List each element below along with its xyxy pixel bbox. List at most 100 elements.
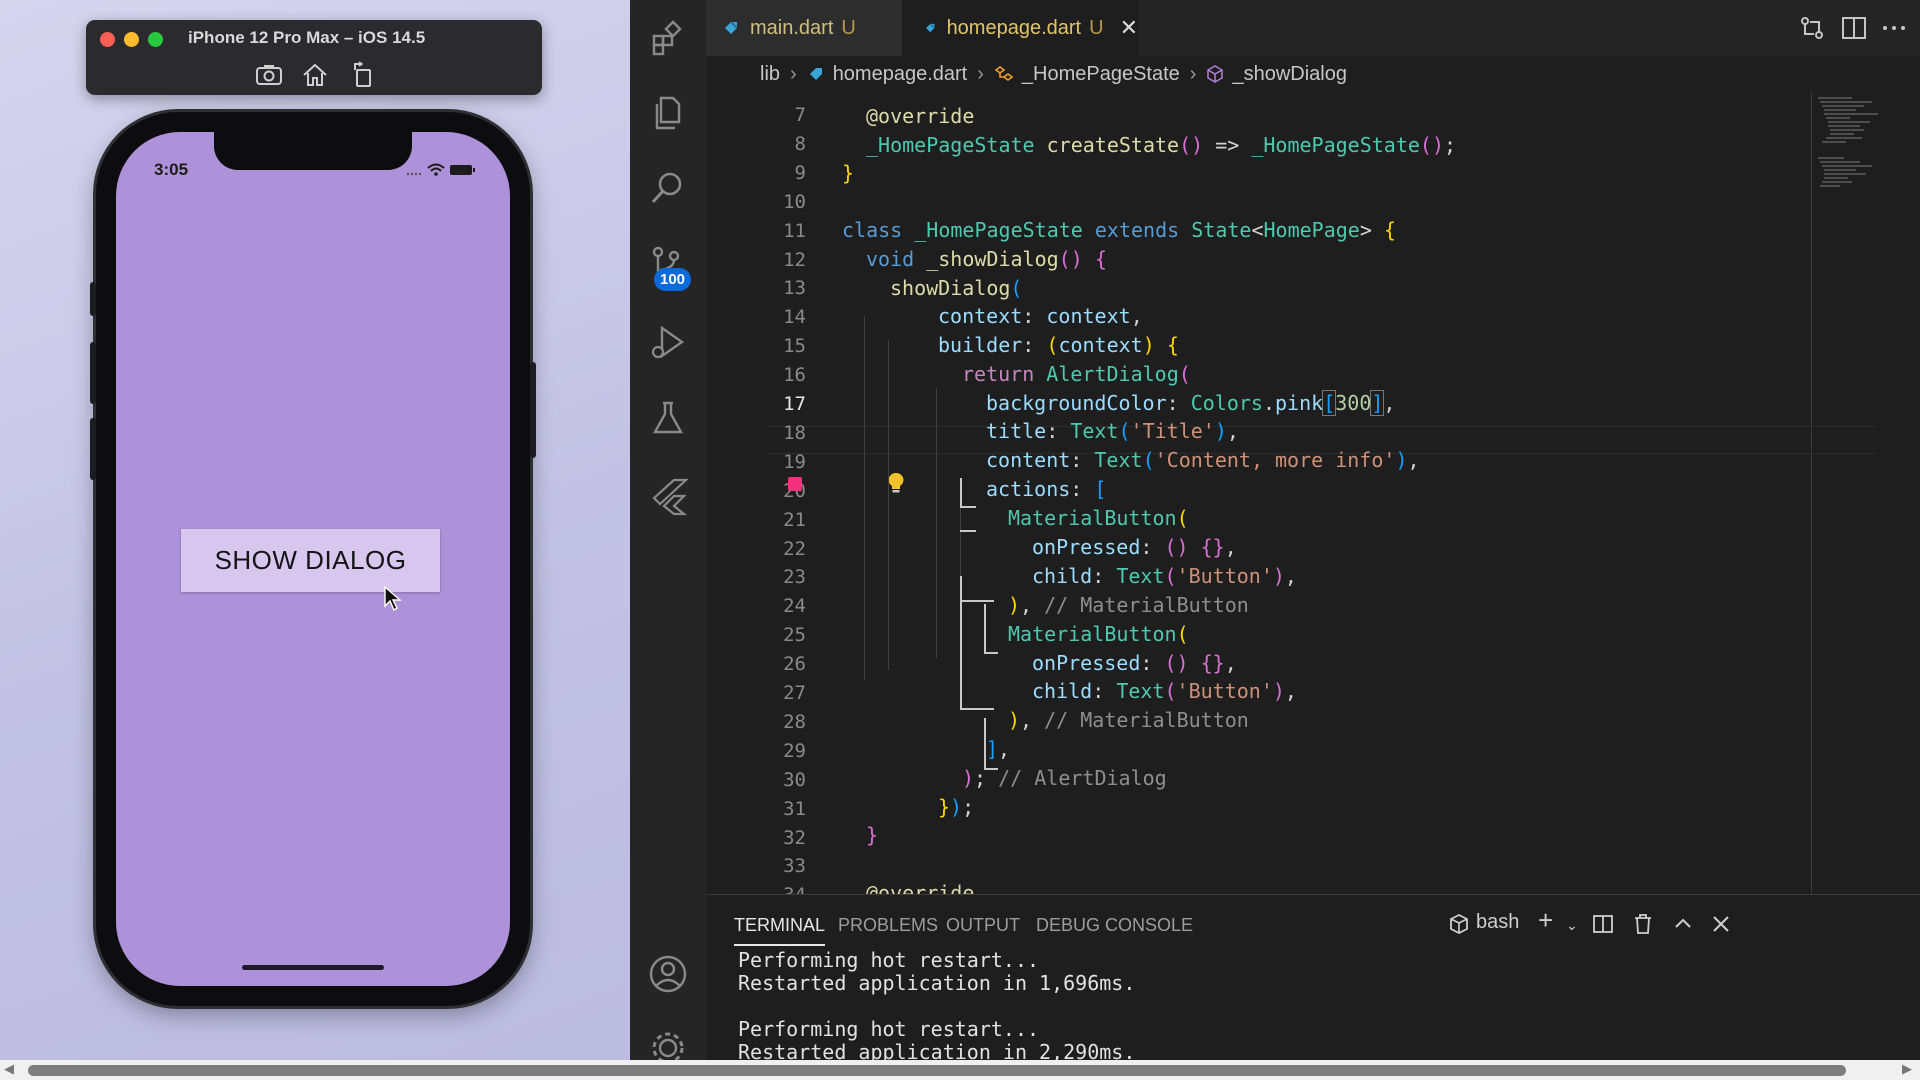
mouse-cursor-icon	[384, 586, 402, 612]
line-number: 30	[783, 768, 806, 791]
code-editor[interactable]: 7891011121314151617181920212223242526272…	[706, 92, 1920, 906]
chevron-right-icon: ›	[1189, 62, 1197, 85]
simulator-area: iPhone 12 Pro Max – iOS 14.5 3:05 SHOW D…	[0, 0, 630, 1060]
scrollbar-thumb[interactable]	[28, 1065, 1846, 1076]
line-number: 12	[783, 248, 806, 271]
account-icon[interactable]	[648, 954, 688, 994]
iphone-frame: 3:05 SHOW DIALOG	[90, 112, 536, 1006]
tab-problems[interactable]: PROBLEMS	[838, 915, 938, 936]
line-number: 27	[783, 682, 806, 704]
zoom-window-button[interactable]	[148, 32, 163, 47]
terminal-line: Performing hot restart...	[738, 1017, 1040, 1041]
line-number: 19	[783, 450, 806, 473]
line-number: 22	[783, 537, 806, 560]
chevron-down-icon[interactable]: ⌄	[1566, 917, 1578, 934]
maximize-panel-icon[interactable]	[1672, 913, 1694, 935]
split-editor-icon[interactable]	[1840, 14, 1868, 42]
rotate-icon[interactable]	[348, 60, 378, 90]
line-number: 31	[783, 797, 806, 820]
status-time: 3:05	[154, 160, 189, 179]
show-dialog-button[interactable]: SHOW DIALOG	[181, 529, 440, 592]
close-panel-icon[interactable]	[1710, 913, 1732, 935]
line-number: 32	[783, 826, 806, 849]
tab-terminal[interactable]: TERMINAL	[734, 915, 826, 946]
tab-main-dart[interactable]: main.dart U	[706, 0, 902, 56]
chevron-right-icon: ›	[977, 62, 984, 85]
line-number-gutter: 7891011121314151617181920212223242526272…	[706, 92, 806, 906]
horizontal-scrollbar[interactable]: ◀ ▶	[0, 1060, 1920, 1080]
compare-changes-icon[interactable]	[1798, 14, 1826, 42]
split-terminal-icon[interactable]	[1592, 913, 1614, 935]
line-number: 33	[783, 855, 806, 878]
terminal-line: Performing hot restart...	[738, 948, 1040, 972]
breadcrumb-item-method[interactable]: _showDialog	[1232, 63, 1347, 86]
search-icon[interactable]	[648, 168, 688, 208]
minimize-window-button[interactable]	[124, 32, 139, 47]
explorer-icon[interactable]	[648, 92, 688, 132]
simulator-titlebar: iPhone 12 Pro Max – iOS 14.5	[86, 20, 542, 95]
tab-homepage-dart[interactable]: homepage.dart U ✕	[902, 0, 1138, 56]
terminal-line: Restarted application in 1,696ms.	[738, 971, 1136, 995]
line-number: 13	[783, 277, 806, 300]
scroll-left-icon[interactable]: ◀	[4, 1062, 18, 1078]
volume-down-button	[90, 418, 96, 480]
terminal-output[interactable]: Performing hot restart... Restarted appl…	[738, 949, 1838, 1064]
dart-file-icon	[809, 68, 822, 80]
line-number: 8	[794, 132, 806, 155]
line-number: 15	[783, 335, 806, 358]
home-indicator	[242, 965, 384, 970]
close-tab-icon[interactable]: ✕	[1120, 15, 1138, 41]
breadcrumb: lib › homepage.dart › _HomePageState › _…	[706, 56, 1920, 92]
home-icon[interactable]	[300, 60, 330, 90]
dart-file-icon	[725, 21, 738, 34]
activity-bar: 100	[630, 0, 706, 1064]
bottom-panel: TERMINAL PROBLEMS OUTPUT DEBUG CONSOLE b…	[706, 894, 1920, 1064]
breadcrumb-item-class[interactable]: _HomePageState	[1022, 63, 1180, 86]
line-number: 24	[783, 595, 806, 618]
line-number: 28	[783, 710, 806, 733]
chevron-right-icon: ›	[790, 62, 797, 85]
scroll-right-icon[interactable]: ▶	[1902, 1062, 1916, 1078]
source-control-badge: 100	[654, 268, 692, 291]
line-number: 26	[783, 653, 806, 676]
terminal-shell-name[interactable]: bash	[1476, 911, 1519, 934]
method-symbol-icon	[1207, 65, 1224, 83]
line-number: 21	[783, 508, 806, 531]
code-content[interactable]: @override _HomePageState createState() =…	[842, 92, 1872, 905]
breadcrumb-item-file[interactable]: homepage.dart	[833, 63, 968, 86]
line-number: 16	[783, 364, 806, 387]
tab-label: main.dart	[750, 16, 834, 39]
run-debug-icon[interactable]	[648, 322, 688, 362]
notch	[214, 132, 412, 170]
tab-modified-indicator: U	[841, 16, 856, 39]
screenshot-icon[interactable]	[254, 60, 284, 90]
status-icons	[406, 163, 475, 176]
tab-label: homepage.dart	[946, 16, 1082, 39]
line-number: 9	[794, 161, 806, 184]
line-number: 10	[783, 190, 806, 213]
breakpoint-marker[interactable]	[788, 477, 802, 491]
flutter-icon[interactable]	[648, 476, 689, 516]
new-terminal-icon[interactable]: +	[1538, 905, 1553, 936]
line-number: 25	[783, 624, 806, 647]
breadcrumb-item-lib[interactable]: lib	[760, 63, 780, 86]
vscode-window: 100 main.dart U homepage.dart U ✕ lib › …	[630, 0, 1920, 1064]
terminal-shell-icon	[1450, 913, 1468, 935]
tab-output[interactable]: OUTPUT	[946, 915, 1020, 936]
more-actions-icon[interactable]	[1880, 14, 1908, 42]
tab-debug-console[interactable]: DEBUG CONSOLE	[1036, 915, 1193, 936]
mute-switch	[90, 282, 96, 316]
phone-screen[interactable]: 3:05 SHOW DIALOG	[116, 132, 510, 986]
extensions-icon[interactable]	[648, 18, 688, 58]
line-number: 23	[783, 566, 806, 589]
close-window-button[interactable]	[100, 32, 115, 47]
line-number: 11	[783, 219, 806, 242]
simulator-title: iPhone 12 Pro Max – iOS 14.5	[188, 28, 426, 47]
dart-file-icon	[926, 23, 935, 33]
trash-icon[interactable]	[1632, 913, 1654, 935]
minimap[interactable]	[1811, 92, 1920, 894]
testing-icon[interactable]	[648, 398, 688, 438]
editor-tab-bar: main.dart U homepage.dart U ✕	[706, 0, 1920, 56]
line-number: 29	[783, 739, 806, 762]
